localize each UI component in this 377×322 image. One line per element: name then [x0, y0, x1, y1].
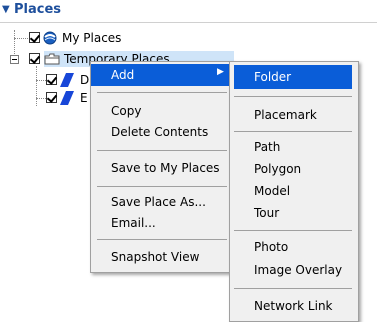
- collapse-icon[interactable]: [10, 55, 19, 64]
- menu-item-save-place-as[interactable]: Save Place As...: [91, 191, 233, 213]
- menu-separator: [97, 239, 227, 240]
- submenu-item-network-link[interactable]: Network Link: [230, 295, 358, 317]
- polygon-icon: [60, 73, 74, 87]
- submenu-item-tour[interactable]: Tour: [230, 202, 358, 224]
- polygon-icon: [60, 91, 74, 105]
- menu-item-delete-contents[interactable]: Delete Contents: [91, 121, 233, 143]
- submenu-item-model[interactable]: Model: [230, 180, 358, 202]
- temporary-places-checkbox[interactable]: [29, 53, 40, 64]
- submenu-item-placemark[interactable]: Placemark: [230, 104, 358, 126]
- child-checkbox[interactable]: [46, 74, 57, 85]
- submenu-item-path[interactable]: Path: [230, 136, 358, 158]
- submenu-item-polygon[interactable]: Polygon: [230, 158, 358, 180]
- child-label: E: [80, 91, 88, 105]
- menu-separator: [97, 92, 227, 93]
- menu-separator: [234, 131, 352, 132]
- menu-separator: [234, 96, 352, 97]
- header-divider: [0, 22, 377, 23]
- submenu-arrow-icon: ▶: [217, 67, 224, 77]
- my-places-label: My Places: [62, 31, 122, 45]
- submenu-item-photo[interactable]: Photo: [230, 236, 358, 258]
- add-submenu: Folder Placemark Path Polygon Model Tour…: [229, 61, 359, 322]
- menu-separator: [234, 288, 352, 289]
- context-menu: Add ▶ Copy Delete Contents Save to My Pl…: [90, 61, 234, 273]
- collapse-triangle-icon[interactable]: ▼: [2, 4, 10, 15]
- child-label: D: [80, 73, 90, 87]
- submenu-item-image-overlay[interactable]: Image Overlay: [230, 259, 358, 281]
- menu-item-save-to-my-places[interactable]: Save to My Places: [91, 157, 233, 179]
- tree-item-my-places[interactable]: My Places: [0, 30, 377, 46]
- menu-separator: [97, 186, 227, 187]
- my-places-checkbox[interactable]: [29, 32, 40, 43]
- menu-item-add[interactable]: Add ▶: [91, 64, 233, 86]
- menu-item-email[interactable]: Email...: [91, 212, 233, 234]
- places-panel-header[interactable]: ▼ Places: [0, 0, 377, 22]
- menu-item-copy[interactable]: Copy: [91, 100, 233, 122]
- menu-item-snapshot-view[interactable]: Snapshot View: [91, 246, 233, 268]
- menu-separator: [97, 150, 227, 151]
- panel-title: Places: [14, 2, 62, 17]
- child-checkbox[interactable]: [46, 92, 57, 103]
- menu-separator: [234, 230, 352, 231]
- submenu-item-folder[interactable]: Folder: [234, 65, 352, 89]
- globe-icon: [43, 31, 57, 45]
- folder-icon: [44, 53, 60, 65]
